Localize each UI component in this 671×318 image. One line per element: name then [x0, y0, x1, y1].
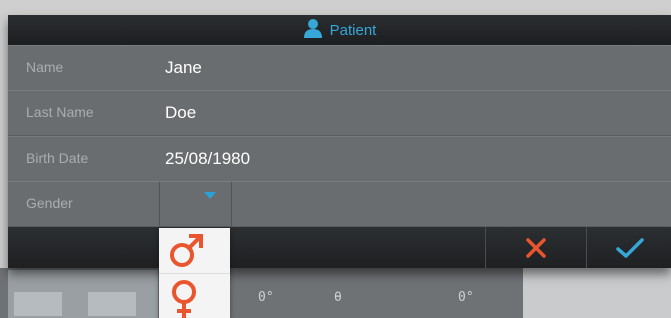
field-row-last-name: Last Name Doe: [8, 90, 671, 136]
field-row-gender: Gender: [8, 181, 671, 227]
field-label-name: Name: [26, 59, 64, 75]
dialog-titlebar: Patient: [8, 15, 671, 45]
name-field[interactable]: Jane: [165, 45, 202, 90]
background-readout-theta: θ: [334, 290, 342, 305]
gender-option-female[interactable]: [159, 273, 230, 318]
gender-option-male[interactable]: [159, 228, 230, 274]
birth-date-field[interactable]: 25/08/1980: [165, 136, 250, 181]
last-name-field[interactable]: Doe: [165, 90, 196, 135]
field-label-gender: Gender: [26, 195, 73, 211]
footer-divider: [586, 227, 587, 268]
thumbnail-cell: [14, 292, 62, 316]
field-label-birth-date: Birth Date: [26, 150, 89, 166]
chevron-down-icon: [204, 192, 216, 199]
cancel-button[interactable]: [491, 227, 581, 268]
confirm-button[interactable]: [588, 227, 671, 268]
thumbnail-cell: [88, 292, 136, 316]
background-thumbnail-panel: [8, 270, 158, 318]
person-icon: [303, 18, 323, 42]
footer-divider: [485, 227, 486, 268]
background-readout-angle-1: 0°: [258, 290, 274, 305]
dialog-title: Patient: [329, 21, 377, 39]
dialog-footer: [8, 227, 671, 268]
gender-select[interactable]: [159, 182, 232, 226]
field-row-name: Name Jane: [8, 45, 671, 91]
field-label-last-name: Last Name: [26, 104, 94, 120]
gender-dropdown-list: [159, 228, 230, 318]
field-row-birth-date: Birth Date 25/08/1980: [8, 136, 671, 182]
background-right-panel: [523, 268, 671, 318]
background-readout-angle-2: 0°: [458, 290, 474, 305]
patient-dialog: Patient Name Jane Last Name Doe Birth Da…: [8, 15, 671, 268]
